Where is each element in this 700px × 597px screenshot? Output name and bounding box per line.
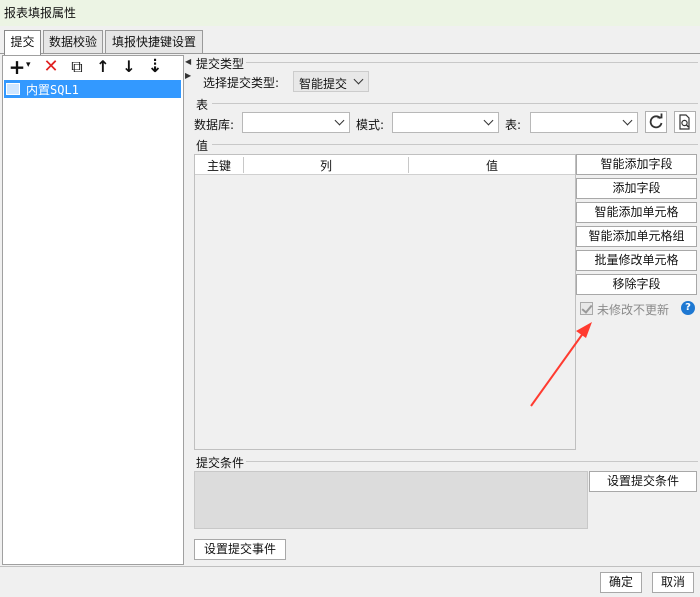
window-title: 报表填报属性 (4, 6, 77, 20)
table-header: 主键 列 值 (195, 155, 575, 175)
submit-type-title: 提交类型 (196, 57, 245, 71)
table-section-title: 表 (196, 98, 209, 112)
title-bar: 报表填报属性 (0, 0, 700, 26)
table-select[interactable] (530, 112, 638, 133)
smart-add-cell-button[interactable]: 智能添加单元格 (576, 202, 697, 223)
divider (212, 144, 698, 145)
submit-type-value: 智能提交 (299, 77, 348, 91)
schema-select[interactable] (392, 112, 499, 133)
sql-list-panel (2, 55, 184, 565)
add-icon[interactable]: + (6, 57, 28, 77)
refresh-icon (649, 113, 663, 129)
tab-submit[interactable]: 提交 (4, 30, 41, 55)
submit-type-select[interactable]: 智能提交 (293, 71, 369, 92)
column-header-value[interactable]: 值 (409, 157, 575, 174)
delete-icon[interactable]: ✕ (40, 57, 62, 77)
smart-add-cell-group-button[interactable]: 智能添加单元格组 (576, 226, 697, 247)
condition-section-title: 提交条件 (196, 456, 245, 470)
chevron-down-icon (353, 75, 365, 87)
column-header-key[interactable]: 主键 (195, 157, 243, 174)
table-label: 表: (505, 118, 522, 132)
chevron-down-icon (622, 116, 634, 128)
submit-type-label: 选择提交类型: (203, 76, 280, 90)
add-field-button[interactable]: 添加字段 (576, 178, 697, 199)
values-section-title: 值 (196, 139, 209, 153)
ok-button[interactable]: 确定 (600, 572, 642, 593)
chevron-down-icon (483, 116, 495, 128)
tree-item-label: 内置SQL1 (26, 83, 79, 97)
add-dropdown-icon[interactable]: ▾ (26, 60, 31, 70)
tab-divider (0, 53, 700, 54)
preview-table-button[interactable] (674, 111, 696, 133)
refresh-button[interactable] (645, 111, 667, 133)
copy-icon[interactable]: ⧉ (66, 57, 88, 77)
divider (246, 461, 698, 462)
help-icon[interactable]: ? (681, 301, 695, 315)
divider (246, 62, 698, 63)
set-event-button[interactable]: 设置提交事件 (194, 539, 286, 560)
tab-data-validation[interactable]: 数据校验 (43, 30, 103, 54)
collapse-left-icon[interactable]: ◀ (185, 57, 191, 66)
annotation-arrow (530, 322, 592, 407)
sql-table-icon (6, 83, 20, 95)
collapse-right-icon[interactable]: ▶ (185, 71, 191, 80)
footer-divider (0, 566, 700, 567)
move-up-icon[interactable]: ↑ (92, 57, 114, 77)
condition-display (194, 471, 588, 529)
batch-modify-cell-button[interactable]: 批量修改单元格 (576, 250, 697, 271)
panel-splitter[interactable]: ◀ ▶ (185, 55, 191, 565)
tree-item-sql[interactable]: 内置SQL1 (4, 80, 181, 98)
divider (212, 103, 698, 104)
document-search-icon (679, 114, 690, 130)
move-down-icon[interactable]: ↓ (118, 57, 140, 77)
no-update-unmodified-checkbox[interactable] (580, 302, 593, 315)
sort-icon[interactable]: ⇣ (144, 57, 166, 77)
set-condition-button[interactable]: 设置提交条件 (589, 471, 697, 492)
remove-field-button[interactable]: 移除字段 (576, 274, 697, 295)
database-label: 数据库: (194, 118, 235, 132)
column-header-column[interactable]: 列 (244, 157, 408, 174)
chevron-down-icon (334, 116, 346, 128)
values-table[interactable]: 主键 列 值 (194, 154, 576, 450)
cancel-button[interactable]: 取消 (652, 572, 694, 593)
smart-add-field-button[interactable]: 智能添加字段 (576, 154, 697, 175)
tab-shortcut-settings[interactable]: 填报快捷键设置 (105, 30, 203, 54)
no-update-unmodified-label: 未修改不更新 (597, 303, 670, 317)
schema-label: 模式: (356, 118, 385, 132)
database-select[interactable] (242, 112, 350, 133)
